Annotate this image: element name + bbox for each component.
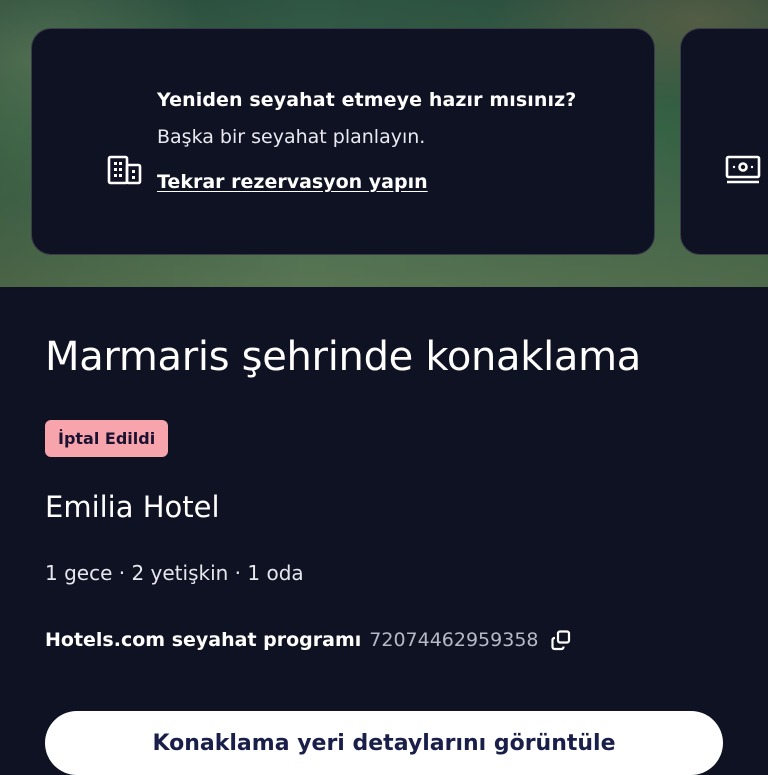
itinerary-number: 72074462959358	[369, 629, 539, 651]
view-property-details-button[interactable]: Konaklama yeri detaylarını görüntüle	[45, 711, 723, 775]
money-icon	[725, 154, 761, 186]
promo-title: Yeniden seyahat etmeye hazır mısınız?	[157, 89, 577, 111]
promo-subtitle: Başka bir seyahat planlayın.	[157, 126, 426, 148]
status-badge: İptal Edildi	[45, 420, 169, 457]
itinerary-label: Hotels.com seyahat programı	[45, 629, 362, 651]
page-title: Marmaris şehrinde konaklama	[45, 334, 642, 380]
itinerary-row: Hotels.com seyahat programı 720744629593…	[45, 628, 573, 652]
stay-details: 1 gece · 2 yetişkin · 1 oda	[45, 561, 304, 585]
rebook-promo-card: Yeniden seyahat etmeye hazır mısınız? Ba…	[31, 28, 655, 255]
rebook-link[interactable]: Tekrar rezervasyon yapın	[157, 171, 428, 193]
next-promo-card[interactable]	[680, 28, 768, 255]
building-icon	[106, 154, 144, 186]
copy-icon[interactable]	[549, 628, 573, 652]
hotel-name: Emilia Hotel	[45, 490, 220, 524]
